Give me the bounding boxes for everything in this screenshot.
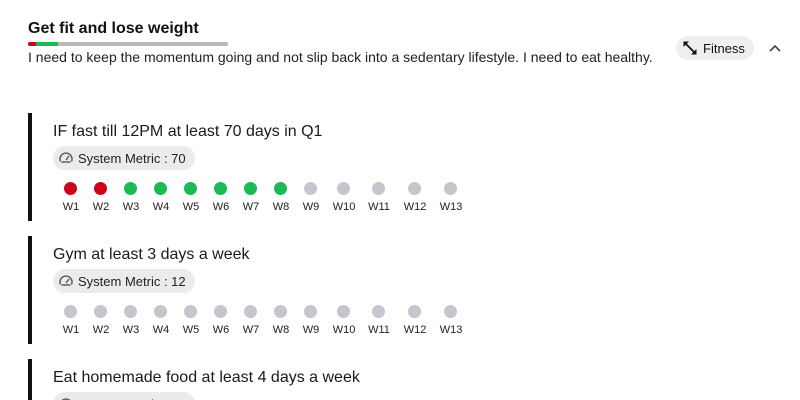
gauge-icon	[59, 275, 73, 286]
week-status-dot[interactable]	[372, 182, 385, 195]
system-metric-chip: System Metric : 70	[53, 146, 195, 170]
week-label: W5	[182, 201, 200, 213]
week-label: W12	[403, 324, 427, 336]
system-metric-label: System Metric : 12	[78, 273, 186, 289]
week-status-dot[interactable]	[244, 182, 257, 195]
week-label: W10	[332, 201, 356, 213]
week-status-dot[interactable]	[124, 305, 137, 318]
week-label: W10	[332, 324, 356, 336]
week-status-dot[interactable]	[64, 305, 77, 318]
week-label: W4	[152, 201, 170, 213]
gauge-icon	[59, 152, 73, 163]
week-label: W1	[62, 201, 80, 213]
system-metric-label: System Metric : 70	[78, 150, 186, 166]
key-result-card[interactable]: Eat homemade food at least 4 days a week…	[28, 359, 488, 400]
week-label: W6	[212, 324, 230, 336]
week-status-dot[interactable]	[94, 182, 107, 195]
week-label: W1	[62, 324, 80, 336]
week-status-dot[interactable]	[304, 182, 317, 195]
week-status-dot[interactable]	[444, 305, 457, 318]
week-label: W3	[122, 201, 140, 213]
week-label: W11	[368, 324, 390, 336]
week-label: W6	[212, 201, 230, 213]
key-result-card[interactable]: IF fast till 12PM at least 70 days in Q1…	[28, 113, 488, 221]
key-result-card[interactable]: Gym at least 3 days a week System Metric …	[28, 236, 488, 344]
goal-title: Get fit and lose weight	[28, 20, 199, 37]
progress-missed-segment	[28, 42, 36, 46]
goal-description: I need to keep the momentum going and no…	[28, 49, 653, 65]
week-label: W8	[272, 324, 290, 336]
week-status-dot[interactable]	[337, 305, 350, 318]
week-status-dot[interactable]	[184, 305, 197, 318]
week-status-dot[interactable]	[304, 305, 317, 318]
chevron-up-icon	[769, 44, 781, 52]
week-label: W2	[92, 201, 110, 213]
gauge-icon	[61, 398, 71, 400]
key-result-title: Eat homemade food at least 4 days a week	[53, 369, 360, 386]
week-status-dot[interactable]	[444, 182, 457, 195]
week-label: W13	[439, 201, 463, 213]
week-label: W7	[242, 201, 260, 213]
week-label: W8	[272, 201, 290, 213]
key-result-title: Gym at least 3 days a week	[53, 246, 250, 263]
collapse-button[interactable]	[764, 38, 786, 58]
week-status-dot[interactable]	[154, 305, 167, 318]
week-status-dot[interactable]	[274, 182, 287, 195]
week-label: W13	[439, 324, 463, 336]
week-label: W7	[242, 324, 260, 336]
week-label: W12	[403, 201, 427, 213]
week-status-dot[interactable]	[372, 305, 385, 318]
key-result-title: IF fast till 12PM at least 70 days in Q1	[53, 123, 323, 140]
week-label: W5	[182, 324, 200, 336]
system-metric-chip: System Metric : 16	[53, 392, 195, 400]
week-status-dot[interactable]	[154, 182, 167, 195]
week-status-dot[interactable]	[337, 182, 350, 195]
week-status-dot[interactable]	[214, 182, 227, 195]
system-metric-label: System Metric : 16	[78, 397, 186, 400]
week-label: W9	[302, 324, 320, 336]
category-chip[interactable]: Fitness	[676, 36, 754, 60]
week-status-dot[interactable]	[64, 182, 77, 195]
progress-done-segment	[36, 42, 58, 46]
week-status-dot[interactable]	[244, 305, 257, 318]
week-status-dot[interactable]	[94, 305, 107, 318]
week-label: W2	[92, 324, 110, 336]
category-label: Fitness	[703, 40, 745, 56]
week-status-dot[interactable]	[214, 305, 227, 318]
week-label: W4	[152, 324, 170, 336]
week-label: W3	[122, 324, 140, 336]
week-status-dot[interactable]	[408, 182, 421, 195]
week-label: W11	[368, 201, 390, 213]
goal-progress-bar	[28, 42, 228, 46]
week-status-dot[interactable]	[184, 182, 197, 195]
week-label: W9	[302, 201, 320, 213]
week-status-dot[interactable]	[408, 305, 421, 318]
system-metric-chip: System Metric : 12	[53, 269, 195, 293]
expand-arrows-icon	[683, 41, 697, 55]
week-status-dot[interactable]	[124, 182, 137, 195]
week-status-dot[interactable]	[274, 305, 287, 318]
